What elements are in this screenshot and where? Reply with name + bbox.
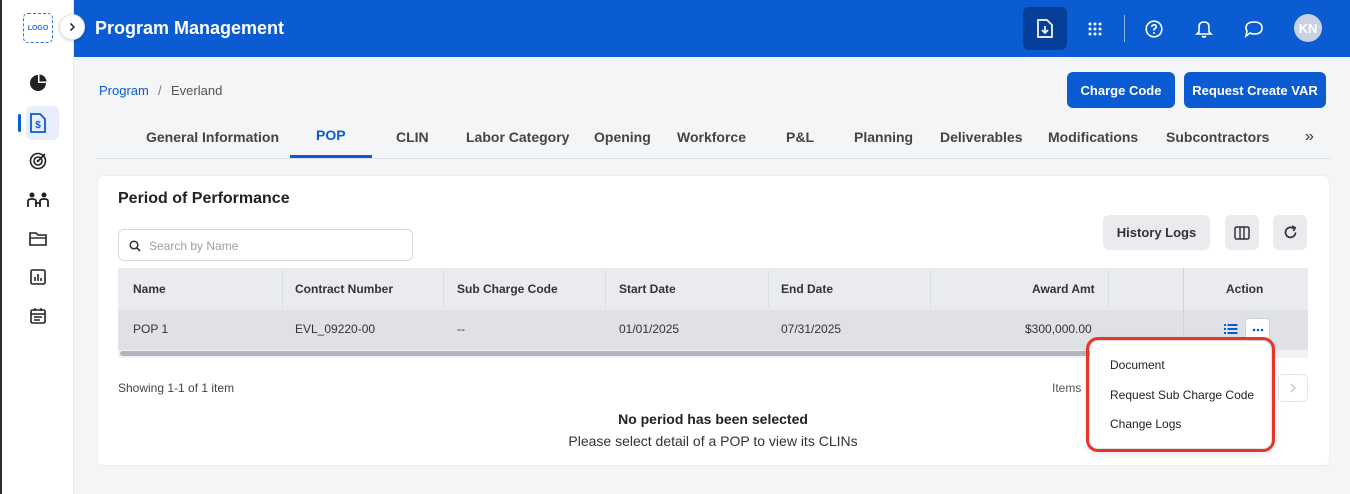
breadcrumb-current: Everland	[171, 83, 223, 98]
app-title: Program Management	[95, 18, 285, 38]
tab-clin[interactable]: CLIN	[396, 129, 429, 145]
search-icon	[129, 240, 141, 252]
sidebar-item-dashboard[interactable]	[2, 66, 74, 100]
apps-grid-icon	[1088, 22, 1102, 35]
menu-item-request-sub-charge-code[interactable]: Request Sub Charge Code	[1110, 388, 1254, 402]
column-divider	[768, 270, 769, 308]
chevron-right-icon	[1290, 383, 1297, 393]
chat-icon	[1244, 20, 1263, 38]
download-icon	[1037, 19, 1053, 38]
history-logs-button[interactable]: History Logs	[1103, 215, 1210, 250]
calendar-icon	[30, 307, 46, 324]
menu-item-change-logs[interactable]: Change Logs	[1110, 417, 1181, 431]
cell-sub-charge-code: --	[457, 322, 465, 336]
dollar-document-icon: $	[30, 113, 46, 133]
tab-deliverables[interactable]: Deliverables	[940, 129, 1023, 145]
chat-button[interactable]	[1232, 7, 1276, 50]
more-horizontal-icon	[1252, 328, 1263, 331]
tab-labor-category[interactable]: Labor Category	[466, 129, 569, 145]
sidebar-item-files[interactable]	[2, 222, 74, 256]
top-bar: Program Management KN	[74, 0, 1350, 57]
refresh-icon	[1284, 225, 1296, 239]
search-input[interactable]	[149, 236, 399, 256]
tab-pop[interactable]: POP	[316, 127, 346, 143]
columns-icon	[1234, 225, 1250, 240]
cell-name: POP 1	[133, 322, 169, 336]
column-divider	[605, 270, 606, 308]
bell-icon	[1195, 21, 1213, 38]
cell-award-amt: $300,000.00	[1025, 322, 1092, 336]
download-button[interactable]	[1023, 7, 1067, 50]
toolbar-divider	[1124, 15, 1125, 42]
column-header-name[interactable]: Name	[133, 282, 166, 296]
column-header-action: Action	[1226, 282, 1264, 296]
scrollbar-thumb[interactable]	[120, 351, 1214, 356]
sidebar-item-reports[interactable]	[2, 260, 74, 294]
cell-contract-number: EVL_09220-00	[295, 322, 376, 336]
section-title: Period of Performance	[118, 190, 290, 207]
chevron-right-icon	[69, 22, 76, 32]
tabs-scroll-right-button[interactable]: »	[1305, 128, 1314, 146]
apps-button[interactable]	[1073, 7, 1117, 50]
tab-general-information[interactable]: General Information	[146, 129, 279, 145]
tab-planning[interactable]: Planning	[854, 129, 913, 145]
menu-item-document[interactable]: Document	[1110, 358, 1165, 372]
sidebar-item-team[interactable]	[2, 183, 74, 217]
column-divider	[1108, 270, 1109, 308]
sidebar-item-goals[interactable]	[2, 144, 74, 178]
cell-end-date: 07/31/2025	[781, 322, 842, 336]
next-page-button[interactable]	[1278, 374, 1308, 402]
breadcrumb-separator: /	[158, 83, 162, 98]
help-icon	[1145, 19, 1163, 38]
target-icon	[29, 152, 47, 170]
breadcrumb-program-link[interactable]: Program	[99, 83, 149, 98]
pie-chart-icon	[30, 74, 47, 91]
columns-button[interactable]	[1225, 215, 1259, 250]
list-details-icon[interactable]	[1224, 323, 1238, 335]
folder-icon	[29, 232, 47, 246]
search-box[interactable]	[118, 229, 413, 261]
tab-modifications[interactable]: Modifications	[1048, 129, 1138, 145]
pagination-summary: Showing 1-1 of 1 item	[118, 381, 235, 395]
tab-pl[interactable]: P&L	[786, 129, 814, 145]
cell-start-date: 01/01/2025	[619, 322, 680, 336]
svg-text:$: $	[35, 120, 41, 131]
sidebar-expand-button[interactable]	[59, 14, 85, 40]
tab-subcontractors[interactable]: Subcontractors	[1166, 129, 1269, 145]
team-icon	[27, 192, 49, 207]
notifications-button[interactable]	[1182, 7, 1226, 50]
items-per-page-label: Items	[1052, 381, 1082, 395]
sidebar-item-finance[interactable]: $	[2, 106, 74, 140]
column-header-start-date[interactable]: Start Date	[619, 282, 676, 296]
logo: LOGO	[23, 13, 53, 43]
report-chart-icon	[30, 269, 46, 285]
column-divider	[930, 270, 931, 308]
tab-workforce[interactable]: Workforce	[677, 129, 746, 145]
column-header-sub-charge-code[interactable]: Sub Charge Code	[457, 282, 558, 296]
avatar[interactable]: KN	[1294, 14, 1322, 42]
column-header-award-amt[interactable]: Award Amt	[1032, 282, 1095, 296]
column-divider	[282, 270, 283, 308]
request-create-var-button[interactable]: Request Create VAR	[1184, 72, 1326, 108]
sidebar-item-calendar[interactable]	[2, 298, 74, 332]
charge-code-button[interactable]: Charge Code	[1067, 72, 1175, 108]
column-divider	[443, 270, 444, 308]
column-header-end-date[interactable]: End Date	[781, 282, 833, 296]
column-header-contract-number[interactable]: Contract Number	[295, 282, 393, 296]
help-button[interactable]	[1132, 7, 1176, 50]
refresh-button[interactable]	[1273, 215, 1307, 250]
tab-opening[interactable]: Opening	[594, 129, 651, 145]
tabs-divider	[96, 158, 1330, 159]
